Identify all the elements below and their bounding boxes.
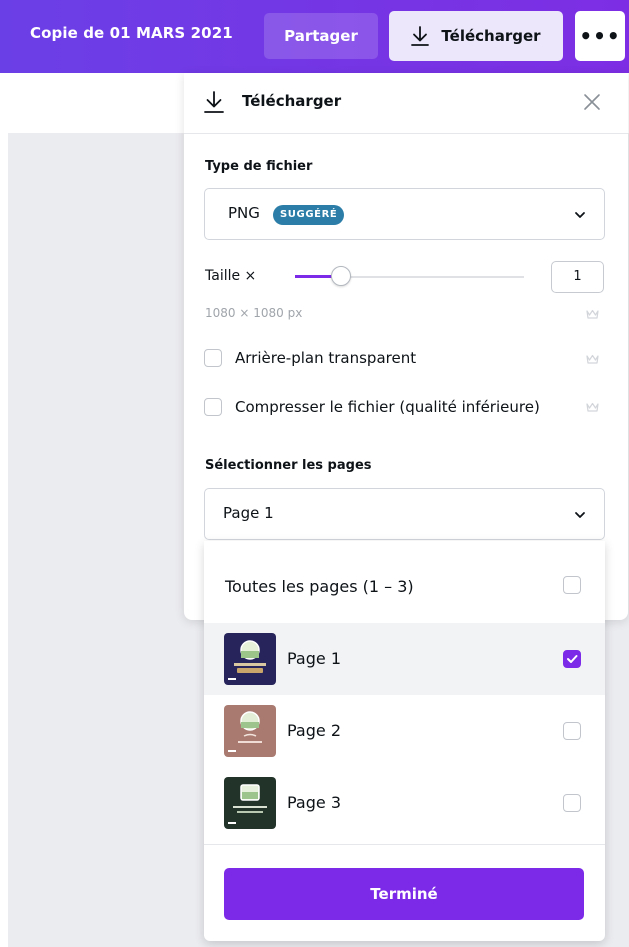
panel-title: Télécharger <box>242 92 342 110</box>
size-input[interactable]: 1 <box>551 261 604 293</box>
transparent-background-label: Arrière-plan transparent <box>235 349 417 367</box>
crown-icon <box>586 402 599 412</box>
compress-file-checkbox[interactable] <box>204 398 222 416</box>
more-options-button[interactable]: ••• <box>575 11 625 61</box>
checkmark-icon <box>567 655 578 663</box>
page-thumbnail <box>224 705 276 757</box>
more-icon: ••• <box>579 24 621 48</box>
chevron-down-icon <box>575 212 585 218</box>
top-bar: Copie de 01 MARS 2021 Partager Télécharg… <box>0 0 629 73</box>
done-button[interactable]: Terminé <box>224 868 584 920</box>
crown-icon <box>586 354 599 364</box>
size-label: Taille × <box>205 268 257 284</box>
file-type-select[interactable]: PNG SUGGÉRÉ <box>204 188 605 240</box>
page-3-checkbox[interactable] <box>563 794 581 812</box>
transparent-background-checkbox[interactable] <box>204 349 222 367</box>
dimensions-text: 1080 × 1080 px <box>205 306 303 320</box>
all-pages-checkbox[interactable] <box>563 576 581 594</box>
file-type-label: Type de fichier <box>205 159 313 174</box>
select-pages-value: Page 1 <box>223 504 274 522</box>
chevron-down-icon <box>575 512 585 518</box>
select-pages-label: Sélectionner les pages <box>205 458 372 473</box>
transparent-background-option[interactable]: Arrière-plan transparent <box>204 349 416 367</box>
page-1-checkbox[interactable] <box>563 650 581 668</box>
file-type-value: PNG <box>228 204 260 222</box>
page-option-label: Page 3 <box>287 793 341 812</box>
all-pages-option[interactable]: Toutes les pages (1 – 3) <box>225 577 414 596</box>
compress-file-option[interactable]: Compresser le fichier (qualité inférieur… <box>204 398 540 416</box>
editor-side-edge <box>0 133 8 947</box>
page-option-1[interactable]: Page 1 <box>204 623 605 695</box>
divider <box>204 844 605 845</box>
share-button[interactable]: Partager <box>264 13 378 59</box>
download-panel: Télécharger Type de fichier PNG SUGGÉRÉ … <box>184 73 628 620</box>
download-panel-header: Télécharger <box>184 73 628 134</box>
select-pages-dropdown[interactable]: Page 1 <box>204 488 605 540</box>
close-icon[interactable] <box>581 91 603 113</box>
page-option-2[interactable]: Page 2 <box>204 695 605 767</box>
crown-icon <box>586 309 599 319</box>
download-icon <box>411 26 430 46</box>
document-title[interactable]: Copie de 01 MARS 2021 <box>30 24 233 42</box>
page-thumbnail <box>224 777 276 829</box>
page-option-label: Page 1 <box>287 649 341 668</box>
page-thumbnail <box>224 633 276 685</box>
pages-dropdown-menu: Toutes les pages (1 – 3) Page 1 Page 2 P… <box>204 541 605 941</box>
compress-file-label: Compresser le fichier (qualité inférieur… <box>235 398 540 416</box>
suggested-badge: SUGGÉRÉ <box>273 205 345 225</box>
size-slider-handle[interactable] <box>331 266 351 286</box>
download-button-label: Télécharger <box>441 27 541 45</box>
page-option-3[interactable]: Page 3 <box>204 767 605 839</box>
download-button[interactable]: Télécharger <box>389 11 563 61</box>
page-option-label: Page 2 <box>287 721 341 740</box>
download-icon <box>204 91 224 113</box>
page-2-checkbox[interactable] <box>563 722 581 740</box>
